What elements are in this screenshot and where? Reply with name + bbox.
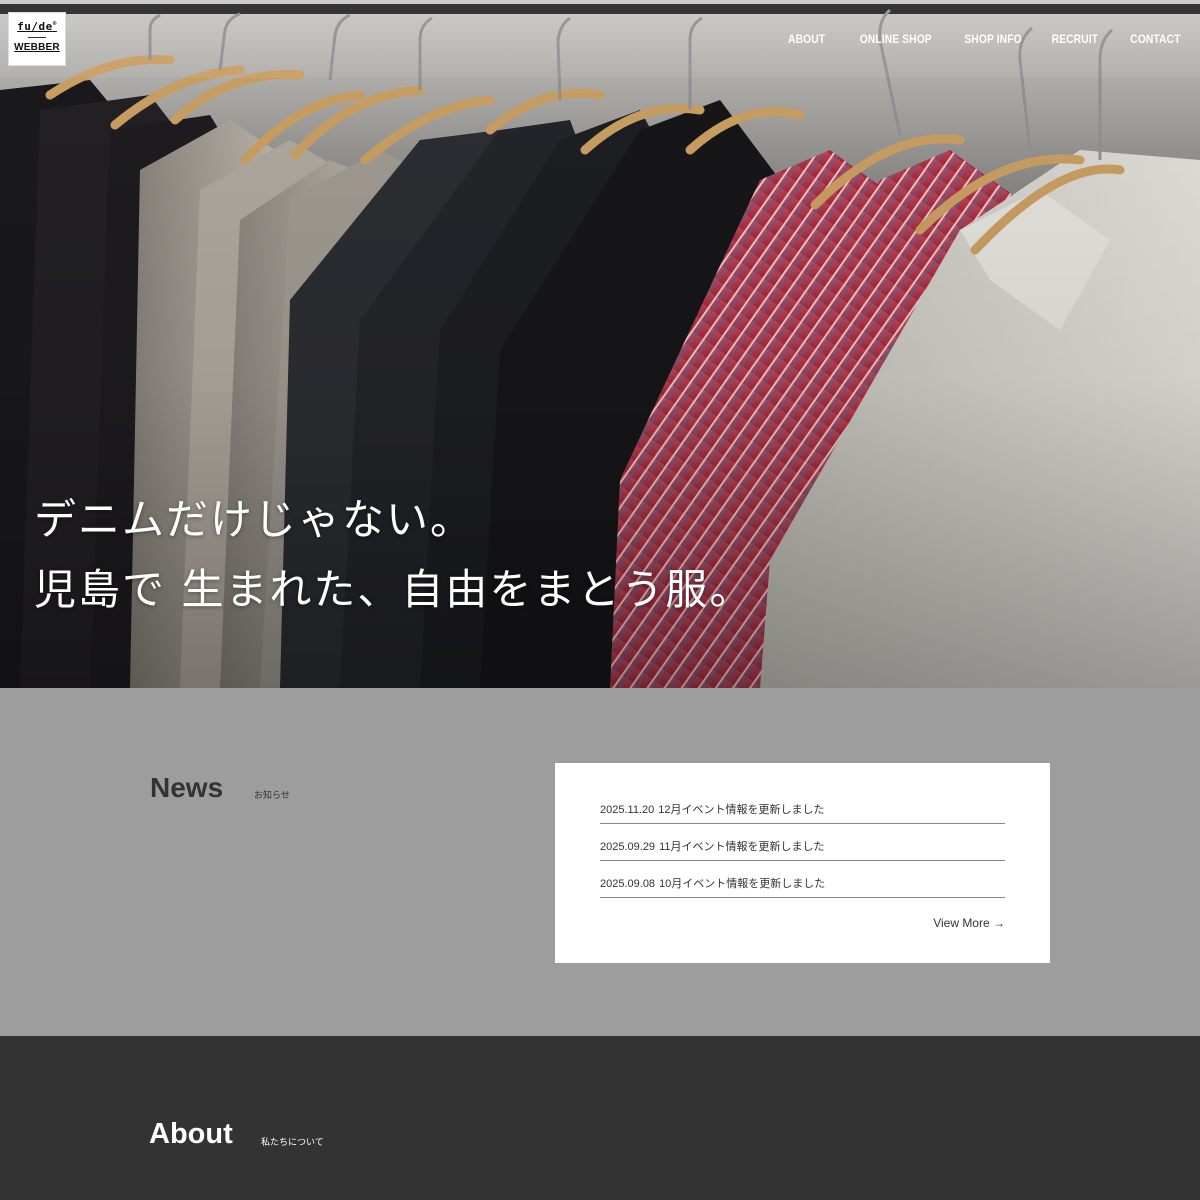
news-subheading: お知らせ	[254, 790, 290, 800]
nav-shop-info[interactable]: SHOP INFO	[964, 32, 1021, 46]
hero-headline: デニムだけじゃない。 児島で 生まれた、自由をまとう服。	[34, 485, 753, 625]
news-text: 10月イベント情報を更新しました	[659, 878, 826, 890]
news-heading: News	[150, 772, 224, 803]
news-date: 2025.11.20	[600, 804, 655, 816]
hero-line-1: デニムだけじゃない。	[34, 495, 475, 544]
about-section: About 私たちについて	[0, 1036, 1200, 1200]
about-heading: About	[149, 1118, 233, 1150]
hero-section: デニムだけじゃない。 児島で 生まれた、自由をまとう服。	[0, 0, 1200, 688]
news-text: 12月イベント情報を更新しました	[658, 804, 825, 816]
view-more-link[interactable]: View More →	[933, 916, 1005, 930]
site-header: fu/de® WEBBER ABOUT ONLINE SHOP SHOP INF…	[0, 0, 1200, 78]
nav-about[interactable]: ABOUT	[788, 32, 825, 46]
nav-contact[interactable]: CONTACT	[1130, 32, 1180, 46]
nav-recruit[interactable]: RECRUIT	[1052, 32, 1098, 46]
news-date: 2025.09.29	[600, 841, 656, 853]
nav-online-shop[interactable]: ONLINE SHOP	[860, 32, 932, 46]
logo-subtext: WEBBER	[14, 42, 60, 53]
site-logo[interactable]: fu/de® WEBBER	[8, 12, 66, 66]
news-item[interactable]: 2025.09.08 10月イベント情報を更新しました	[600, 861, 1005, 898]
logo-wordmark: fu/de®	[17, 20, 57, 33]
main-nav: ABOUT ONLINE SHOP SHOP INFO RECRUIT CONT…	[759, 32, 1180, 46]
hero-line-2: 児島で 生まれた、自由をまとう服。	[34, 565, 754, 614]
logo-divider	[28, 37, 46, 38]
news-item[interactable]: 2025.09.29 11月イベント情報を更新しました	[600, 824, 1005, 861]
news-item[interactable]: 2025.11.20 12月イベント情報を更新しました	[600, 787, 1005, 824]
news-section: News お知らせ 2025.11.20 12月イベント情報を更新しました 202…	[0, 688, 1200, 1036]
news-card: 2025.11.20 12月イベント情報を更新しました 2025.09.29 11月…	[555, 763, 1050, 963]
news-date: 2025.09.08	[600, 878, 656, 890]
about-subheading: 私たちについて	[261, 1137, 324, 1147]
news-list: 2025.11.20 12月イベント情報を更新しました 2025.09.29 11月…	[600, 787, 1005, 898]
news-text: 11月イベント情報を更新しました	[659, 841, 825, 853]
